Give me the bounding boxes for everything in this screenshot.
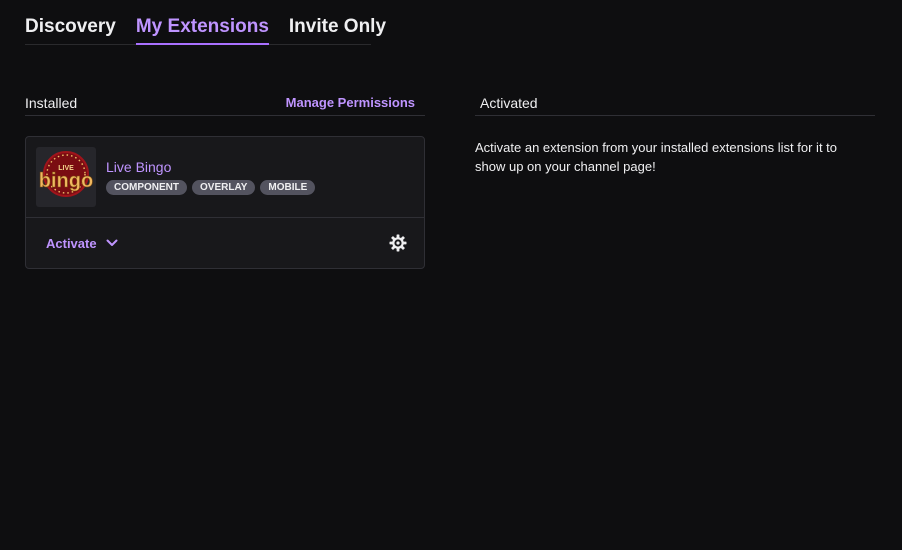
extension-card-actions: Activate: [26, 218, 424, 268]
tag-mobile[interactable]: MOBILE: [260, 180, 316, 195]
tab-invite-only[interactable]: Invite Only: [289, 14, 386, 45]
activated-empty-message: Activate an extension from your installe…: [475, 140, 838, 174]
extension-card: LIVE bingo Live Bingo COMPONENT OVERLAY …: [25, 136, 425, 269]
tag-component[interactable]: COMPONENT: [106, 180, 187, 195]
extension-info: Live Bingo COMPONENT OVERLAY MOBILE: [106, 147, 316, 207]
tab-my-extensions[interactable]: My Extensions: [135, 14, 269, 45]
tag-overlay[interactable]: OVERLAY: [192, 180, 256, 195]
chevron-down-icon: [105, 236, 119, 250]
activated-section: Activated Activate an extension from you…: [475, 90, 875, 176]
installed-section: Installed Manage Permissions LIVE bingo …: [25, 90, 425, 269]
extension-tags: COMPONENT OVERLAY MOBILE: [106, 180, 316, 195]
extension-card-header: LIVE bingo Live Bingo COMPONENT OVERLAY …: [26, 137, 424, 218]
tab-discovery[interactable]: Discovery: [25, 14, 116, 45]
activate-label: Activate: [46, 235, 97, 251]
gear-icon[interactable]: [388, 233, 408, 253]
manage-permissions-link[interactable]: Manage Permissions: [286, 95, 425, 110]
installed-header: Installed Manage Permissions: [25, 90, 425, 116]
extension-name-link[interactable]: Live Bingo: [106, 159, 171, 175]
live-bingo-logo: LIVE bingo: [36, 147, 96, 207]
activated-header: Activated: [475, 90, 875, 116]
installed-title: Installed: [25, 94, 78, 111]
extension-tabs: Discovery My Extensions Invite Only: [25, 14, 386, 45]
activate-dropdown-button[interactable]: Activate: [46, 236, 119, 251]
logo-bingo-text: bingo: [39, 170, 93, 192]
activated-title: Activated: [480, 94, 538, 111]
